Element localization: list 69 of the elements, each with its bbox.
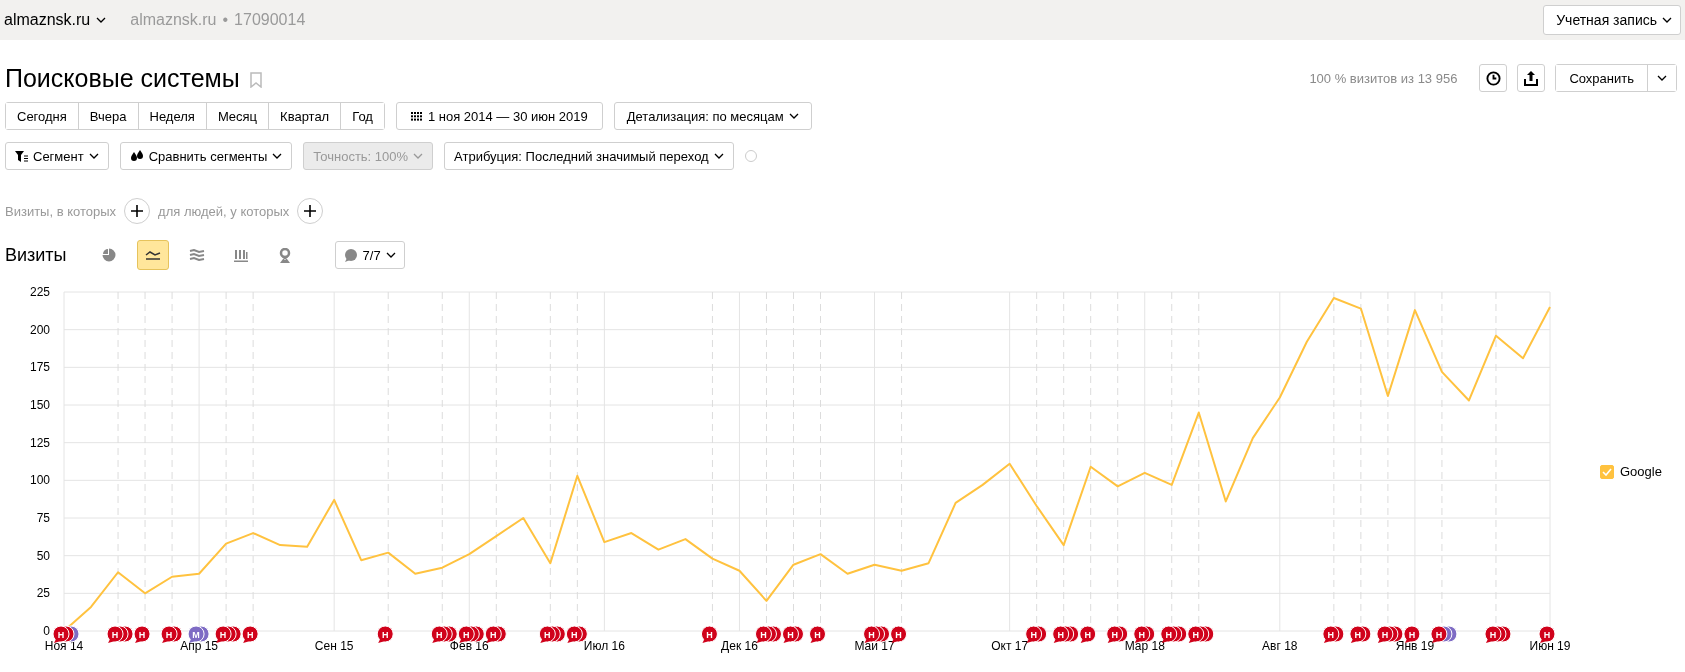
visits-summary: 100 % визитов из 13 956 [1309,70,1458,86]
note-marker[interactable]: Н [1403,625,1421,643]
note-marker[interactable]: Н [133,625,151,643]
counter-id: 17090014 [234,11,306,29]
plus-icon [304,205,317,217]
note-marker[interactable]: Н [700,625,718,643]
bookmark-icon[interactable] [249,72,262,88]
check-icon [1602,467,1612,476]
caret-icon [1657,75,1667,81]
y-axis-label: 100 [29,473,50,488]
filter-dropdown[interactable]: Атрибуция: Последний значимый переход [444,142,734,170]
bar-chart-icon [233,248,248,262]
note-marker[interactable]: Н [241,625,259,643]
y-axis-label: 50 [36,548,50,563]
drops-icon [129,150,144,162]
caret-icon [788,113,799,119]
caret-icon [272,153,283,159]
note-marker[interactable]: Н [1079,625,1097,643]
y-axis-label: 75 [36,511,50,525]
clock-icon [1485,70,1501,86]
y-axis-label: 225 [29,285,50,299]
history-button[interactable] [1479,64,1508,92]
filter-icon [15,150,28,162]
condition-label: для людей, у которых [158,203,290,219]
x-axis-label: Авг 18 [1262,639,1298,653]
caret-icon [96,17,107,23]
period-tab[interactable]: Год [340,103,384,129]
map-pin-icon [277,247,292,263]
speech-bubble-icon [343,248,358,262]
save-menu-button[interactable] [1647,65,1676,91]
section-title: Визиты [5,244,67,266]
site-name: almaznsk.ru [130,11,217,29]
add-condition-button[interactable] [124,198,151,224]
y-axis-label: 125 [29,435,50,450]
area-chart-icon [188,249,205,261]
y-axis-label: 150 [29,398,50,412]
note-marker[interactable]: Н [1538,625,1556,643]
caret-icon [713,153,724,159]
condition-label: Визиты, в которых [5,203,117,219]
report-title: Поисковые системы [5,63,240,93]
caret-icon [1662,17,1672,23]
filter-dropdown[interactable]: Сравнить сегменты [119,142,293,170]
caret-icon [385,252,396,258]
export-button[interactable] [1517,64,1546,92]
upload-icon [1524,70,1539,86]
y-axis-label: 0 [43,624,50,638]
add-condition-button[interactable] [297,198,324,224]
x-axis-label: Сен 15 [314,639,354,653]
note-marker[interactable]: Н [376,625,394,643]
filter-dropdown[interactable]: Сегмент [5,142,109,170]
y-axis-label: 200 [29,322,50,337]
y-axis-label: 25 [36,586,50,601]
date-range-button[interactable]: 1 ноя 2014 — 30 июн 2019 [395,102,603,130]
notes-dropdown[interactable]: 7/7 [334,241,405,269]
legend-label: Google [1620,464,1662,479]
account-button[interactable]: Учетная запись [1543,5,1681,35]
caret-icon [413,153,424,159]
pie-chart-icon [101,248,116,262]
y-axis-label: 175 [29,360,50,375]
calendar-icon [410,111,423,121]
detail-dropdown[interactable]: Детализация: по месяцам [613,102,812,130]
line-chart-icon [144,250,161,260]
site-selector[interactable]: almaznsk.ru [4,11,107,29]
separator-dot: • [222,11,229,29]
legend-checkbox[interactable] [1600,464,1614,479]
chart-type-button[interactable] [136,240,169,270]
plus-icon [131,205,144,217]
note-marker[interactable]: Н [809,625,826,643]
caret-icon [88,153,99,159]
